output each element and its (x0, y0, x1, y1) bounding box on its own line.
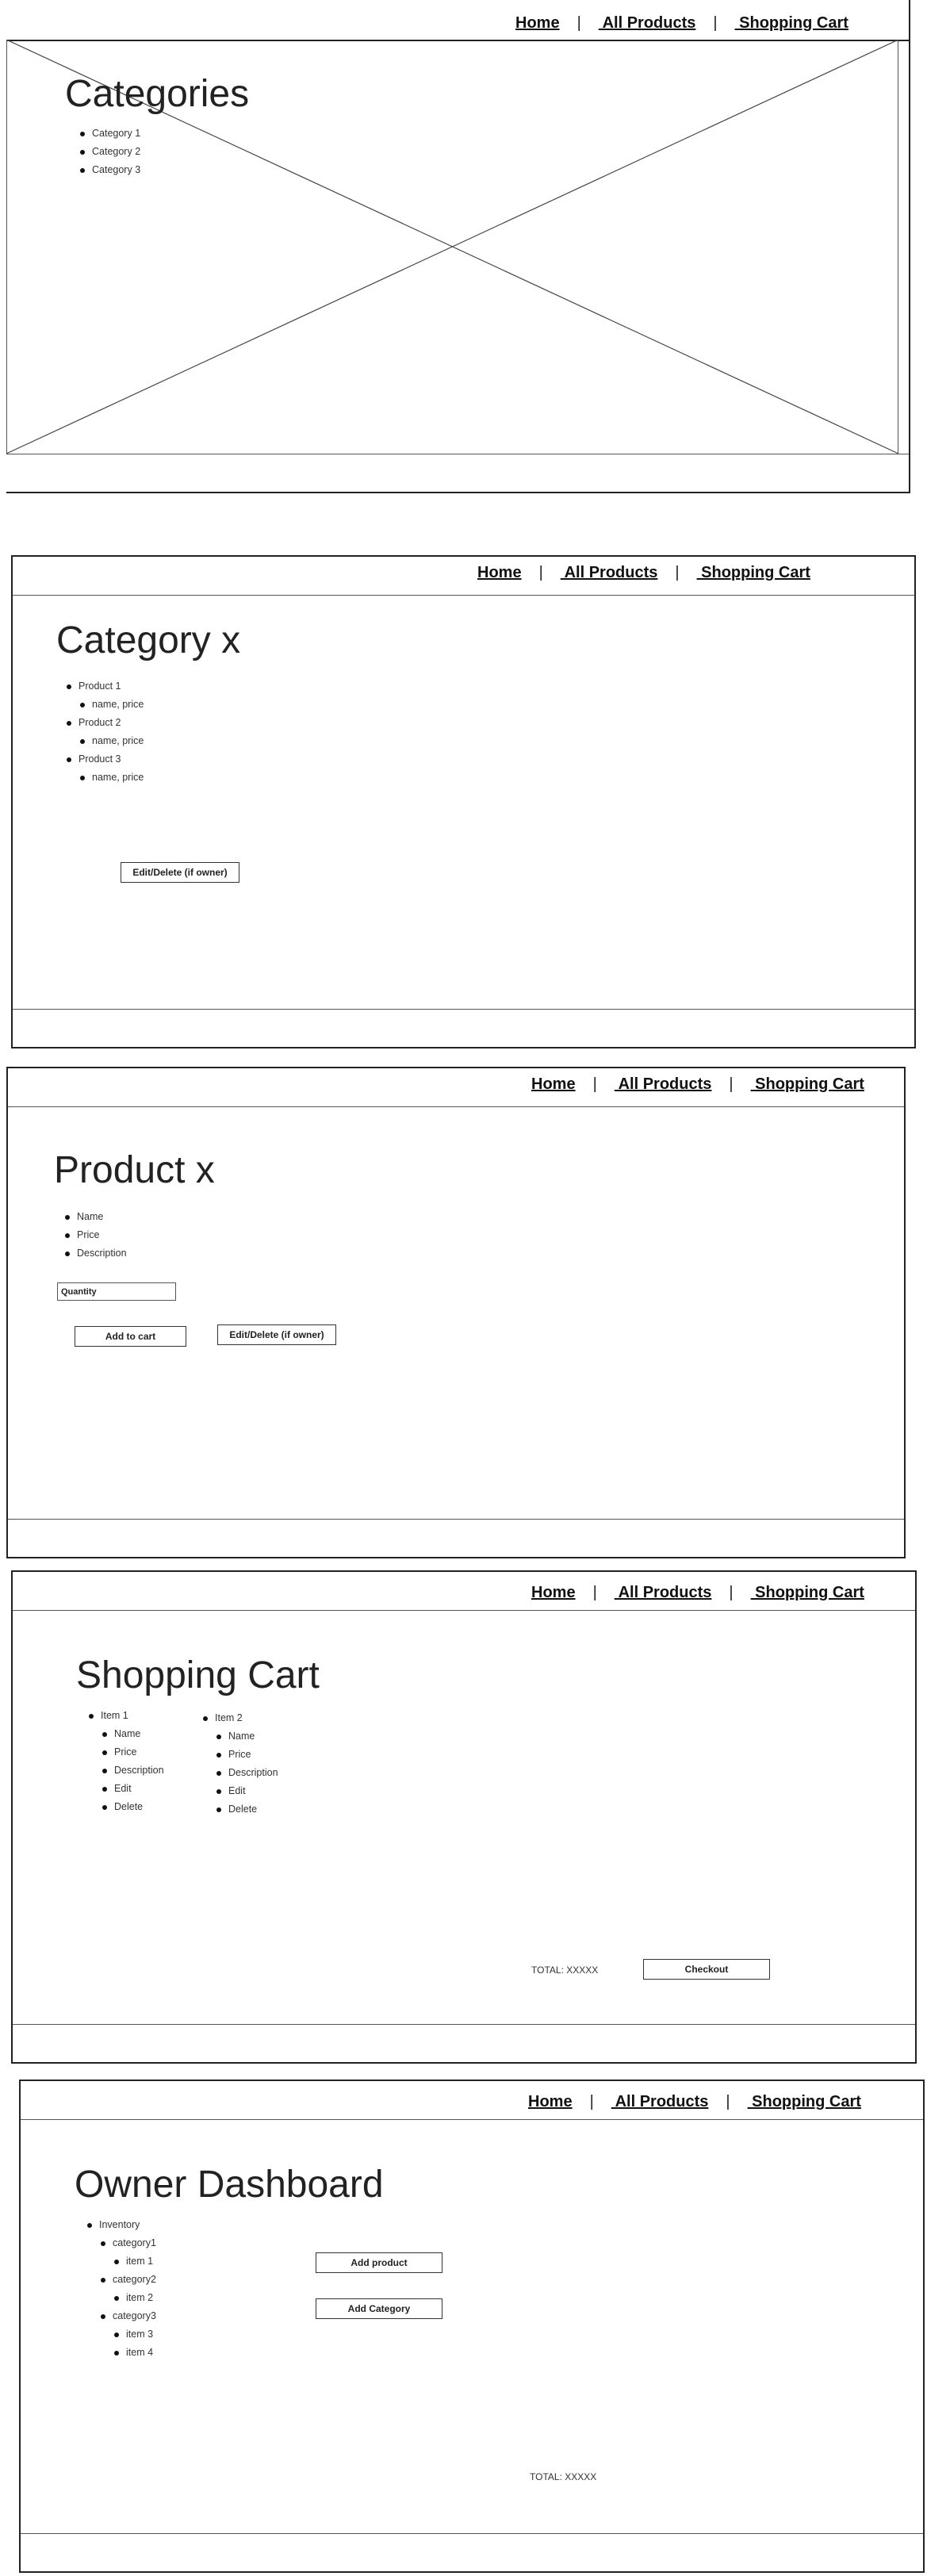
nav-home-link[interactable]: Home (515, 14, 560, 32)
nav-shopping-cart-link[interactable]: Shopping Cart (748, 2093, 861, 2110)
inventory-category[interactable]: category3 (101, 2307, 156, 2325)
cart-delete-link[interactable]: Delete (216, 1800, 278, 1819)
inventory-category[interactable]: category1 (101, 2234, 156, 2252)
cart-item-detail: Name (102, 1725, 164, 1743)
cart-item-detail: Description (216, 1764, 278, 1782)
nav-all-products-link[interactable]: All Products (615, 1584, 712, 1601)
nav-all-products-link[interactable]: All Products (611, 2093, 709, 2110)
product-field: Name (65, 1208, 127, 1226)
nav-all-products-link[interactable]: All Products (615, 1075, 712, 1093)
shopping-cart-frame: Home | All Products | Shopping Cart Shoppi… (11, 1570, 917, 2064)
inventory-category[interactable]: category2 (101, 2271, 156, 2289)
nav-separator: | (592, 1584, 597, 1601)
nav-home-link[interactable]: Home (528, 2093, 573, 2110)
nav-home-link[interactable]: Home (477, 564, 522, 581)
checkout-button[interactable]: Checkout (643, 1959, 770, 1980)
add-to-cart-button[interactable]: Add to cart (75, 1326, 186, 1347)
product-fields-list: Name Price Description (65, 1208, 127, 1263)
category-link[interactable]: Category 2 (80, 143, 140, 161)
product-detail: name, price (80, 732, 144, 750)
product-field: Description (65, 1244, 127, 1263)
nav-separator: | (577, 14, 581, 32)
inventory-item[interactable]: item 1 (114, 2252, 156, 2271)
cart-item-list: Item 1 Name Price Description Edit Delet… (89, 1707, 164, 1816)
nav-shopping-cart-link[interactable]: Shopping Cart (697, 564, 810, 581)
category-frame: Home | All Products | Shopping Cart Catego… (11, 555, 916, 1048)
nav-separator: | (675, 564, 680, 581)
page-title: Owner Dashboard (75, 2164, 384, 2206)
page-title: Shopping Cart (76, 1654, 320, 1696)
inventory-tree: Inventory category1 item 1 category2 ite… (87, 2216, 156, 2362)
page-title: Categories (65, 73, 250, 115)
dashboard-total: TOTAL: XXXXX (530, 2471, 597, 2482)
product-link[interactable]: Product 2 (67, 714, 144, 732)
nav-all-products-link[interactable]: All Products (561, 564, 658, 581)
page-title: Product x (54, 1149, 215, 1191)
cart-edit-link[interactable]: Edit (216, 1782, 278, 1800)
nav-home-link[interactable]: Home (531, 1584, 576, 1601)
inventory-label: Inventory (87, 2216, 156, 2234)
nav-shopping-cart-link[interactable]: Shopping Cart (751, 1075, 864, 1093)
category-link[interactable]: Category 1 (80, 125, 140, 143)
product-link[interactable]: Product 3 (67, 750, 144, 769)
inventory-item[interactable]: item 2 (114, 2289, 156, 2307)
category-list: Category 1 Category 2 Category 3 (80, 125, 140, 179)
add-category-button[interactable]: Add Category (316, 2298, 442, 2319)
cart-item: Item 2 (203, 1709, 278, 1727)
edit-delete-button[interactable]: Edit/Delete (if owner) (217, 1324, 336, 1345)
nav-home-link[interactable]: Home (531, 1075, 576, 1093)
top-nav: Home | All Products | Shopping Cart (531, 1584, 864, 1602)
nav-separator: | (538, 564, 543, 581)
nav-separator: | (713, 14, 718, 32)
inventory-item[interactable]: item 3 (114, 2325, 156, 2344)
cart-item-detail: Name (216, 1727, 278, 1746)
add-product-button[interactable]: Add product (316, 2252, 442, 2273)
nav-shopping-cart-link[interactable]: Shopping Cart (735, 14, 848, 32)
top-nav: Home | All Products | Shopping Cart (528, 2093, 861, 2111)
nav-separator: | (589, 2093, 594, 2110)
product-detail: name, price (80, 769, 144, 787)
cart-edit-link[interactable]: Edit (102, 1780, 164, 1798)
page-title: Category x (56, 619, 241, 661)
owner-dashboard-frame: Home | All Products | Shopping Cart Owner … (19, 2080, 925, 2573)
nav-separator: | (729, 1075, 734, 1093)
cart-item: Item 1 (89, 1707, 164, 1725)
nav-all-products-link[interactable]: All Products (599, 14, 696, 32)
product-detail: name, price (80, 696, 144, 714)
inventory-item[interactable]: item 4 (114, 2344, 156, 2362)
product-list: Product 1 name, price Product 2 name, pr… (67, 677, 144, 787)
cart-delete-link[interactable]: Delete (102, 1798, 164, 1816)
product-frame: Home | All Products | Shopping Cart Produc… (6, 1067, 906, 1558)
category-link[interactable]: Category 3 (80, 161, 140, 179)
cart-total: TOTAL: XXXXX (531, 1965, 599, 1976)
nav-separator: | (592, 1075, 597, 1093)
edit-delete-button[interactable]: Edit/Delete (if owner) (121, 862, 239, 883)
nav-shopping-cart-link[interactable]: Shopping Cart (751, 1584, 864, 1601)
cart-item-list: Item 2 Name Price Description Edit Delet… (203, 1709, 278, 1819)
top-nav: Home | All Products | Shopping Cart (515, 14, 848, 33)
cart-item-detail: Price (216, 1746, 278, 1764)
product-link[interactable]: Product 1 (67, 677, 144, 696)
quantity-input[interactable] (57, 1282, 176, 1301)
nav-separator: | (726, 2093, 730, 2110)
cart-item-detail: Price (102, 1743, 164, 1761)
top-nav: Home | All Products | Shopping Cart (531, 1075, 864, 1094)
product-field: Price (65, 1226, 127, 1244)
cart-item-detail: Description (102, 1761, 164, 1780)
nav-separator: | (729, 1584, 734, 1601)
top-nav: Home | All Products | Shopping Cart (477, 564, 810, 582)
